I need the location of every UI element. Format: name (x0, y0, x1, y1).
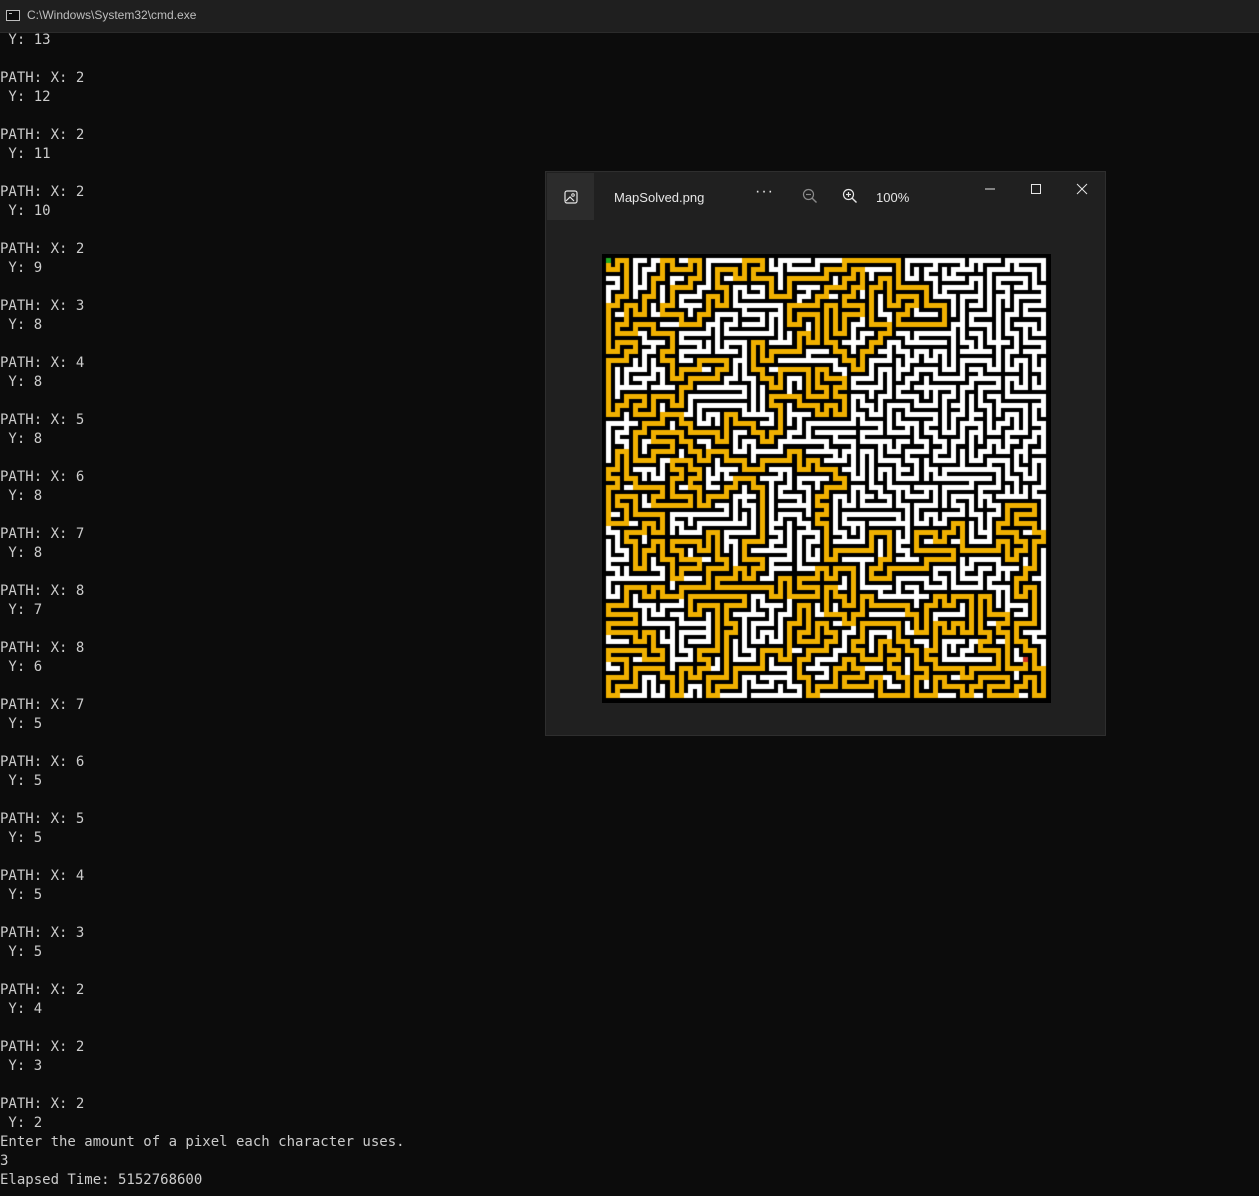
console-line: Y: 2 (0, 1115, 43, 1131)
more-options-button[interactable]: ··· (755, 183, 774, 201)
zoom-out-icon[interactable] (802, 188, 818, 209)
console-titlebar[interactable]: C:\Windows\System32\cmd.exe (0, 0, 1259, 33)
close-icon[interactable] (1072, 181, 1092, 197)
console-line: Enter the amount of a pixel each charact… (0, 1134, 405, 1150)
console-window-title: C:\Windows\System32\cmd.exe (27, 8, 197, 22)
image-filename: MapSolved.png (614, 190, 705, 205)
console-line: Y: 4 (0, 1001, 43, 1017)
console-line: PATH: X: 4 (0, 868, 85, 884)
minimize-icon[interactable] (980, 181, 1000, 197)
console-line: PATH: X: 5 (0, 811, 85, 827)
maze-canvas (602, 254, 1051, 703)
console-line: Y: 5 (0, 830, 43, 846)
console-line: Y: 5 (0, 944, 43, 960)
maximize-icon[interactable] (1026, 181, 1046, 197)
console-line: Y: 11 (0, 146, 51, 162)
console-line: PATH: X: 2 (0, 982, 85, 998)
console-line: Y: 12 (0, 89, 51, 105)
console-line: Y: 13 (0, 32, 51, 48)
console-line: PATH: X: 2 (0, 1096, 85, 1112)
photo-viewer-window[interactable]: MapSolved.png ··· 100% (545, 171, 1106, 736)
zoom-level-label[interactable]: 100% (876, 190, 909, 205)
console-line: Y: 3 (0, 1058, 43, 1074)
console-line: PATH: X: 3 (0, 925, 85, 941)
maze-image (602, 254, 1051, 703)
console-line: PATH: X: 2 (0, 127, 85, 143)
zoom-in-icon[interactable] (842, 188, 858, 209)
console-line: Elapsed Time: 5152768600 (0, 1172, 203, 1188)
console-line: Y: 5 (0, 887, 43, 903)
console-line: 3 (0, 1153, 9, 1169)
photo-icon[interactable] (547, 173, 594, 220)
console-line: PATH: X: 2 (0, 70, 85, 86)
console-line: PATH: X: 2 (0, 1039, 85, 1055)
console-line: PATH: X: 6 (0, 754, 85, 770)
console-line: Y: 5 (0, 773, 43, 789)
command-prompt-icon (6, 10, 20, 21)
